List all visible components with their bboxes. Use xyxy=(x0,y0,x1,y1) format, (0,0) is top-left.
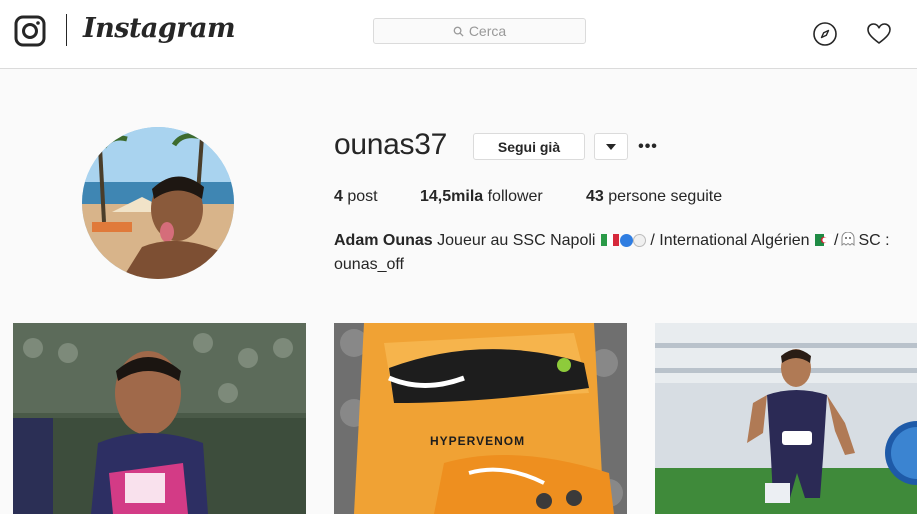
profile-avatar xyxy=(82,127,234,279)
svg-text:HYPERVENOM: HYPERVENOM xyxy=(430,434,525,448)
search-placeholder: Cerca xyxy=(468,23,507,39)
triangle-down-icon xyxy=(606,143,616,150)
instagram-glyph-icon[interactable] xyxy=(14,15,46,47)
top-nav: Instagram Cerca xyxy=(0,0,917,69)
algeria-flag-icon xyxy=(815,234,834,246)
following-stat[interactable]: 43 persone seguite xyxy=(586,188,722,206)
more-options-button[interactable]: ••• xyxy=(638,135,658,159)
following-count: 43 xyxy=(586,188,604,205)
blue-circle-icon xyxy=(619,234,633,247)
profile-username: ounas37 xyxy=(334,128,448,161)
bio-text: Joueur au SSC Napoli xyxy=(437,232,596,249)
profile-full-name: Adam Ounas xyxy=(334,232,433,249)
followers-count: 14,5mila xyxy=(420,188,484,205)
ghost-icon xyxy=(841,232,855,246)
bio-text: SC : xyxy=(858,232,890,249)
post-thumbnail[interactable] xyxy=(13,323,306,514)
posts-count: 4 xyxy=(334,188,343,205)
heart-icon[interactable] xyxy=(866,21,892,47)
following-label: persone seguite xyxy=(608,188,723,205)
search-input[interactable]: Cerca xyxy=(373,18,586,44)
white-circle-icon xyxy=(632,234,646,247)
followers-stat[interactable]: 14,5mila follower xyxy=(420,188,543,206)
compass-icon[interactable] xyxy=(812,21,838,47)
bio-text: ounas_off xyxy=(334,256,404,273)
search-icon xyxy=(453,26,464,37)
nav-divider xyxy=(66,14,67,46)
posts-stat: 4 post xyxy=(334,188,378,206)
followers-label: follower xyxy=(487,188,543,205)
post-thumbnail[interactable]: HYPERVENOM xyxy=(334,323,627,514)
bio-text: / International Algérien xyxy=(650,232,810,249)
instagram-wordmark[interactable]: Instagram xyxy=(83,13,236,44)
posts-label: post xyxy=(347,188,378,205)
italy-flag-icon xyxy=(600,234,619,246)
following-button[interactable]: Segui già xyxy=(473,133,585,160)
post-thumbnail[interactable] xyxy=(655,323,917,514)
profile-bio: Adam Ounas Joueur au SSC Napoli / Intern… xyxy=(334,232,890,273)
suggestions-dropdown-button[interactable] xyxy=(594,133,628,160)
